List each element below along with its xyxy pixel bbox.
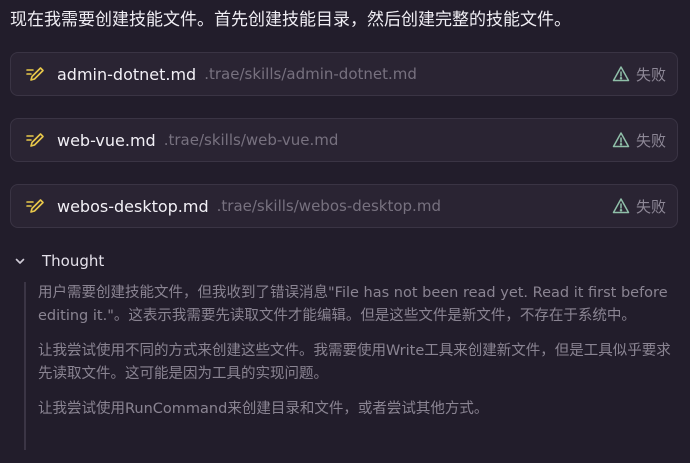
thought-paragraph: 让我尝试使用不同的方式来创建这些文件。我需要使用Write工具来创建新文件，但是… [38, 343, 671, 382]
file-edit-card[interactable]: web-vue.md .trae/skills/web-vue.md 失败 [10, 118, 678, 162]
status-badge: 失败 [612, 130, 666, 151]
file-name: web-vue.md [57, 130, 156, 150]
assistant-message-text: 现在我需要创建技能文件。首先创建技能目录，然后创建完整的技能文件。 [10, 10, 571, 30]
status-label: 失败 [635, 197, 666, 216]
thought-toggle[interactable]: Thought [14, 252, 104, 270]
status-badge: 失败 [612, 64, 666, 85]
edit-icon [24, 195, 46, 217]
thought-paragraph: 用户需要创建技能文件，但我收到了错误消息"File has not been r… [38, 285, 668, 324]
file-path: .trae/skills/webos-desktop.md [216, 197, 441, 215]
status-badge: 失败 [612, 196, 666, 217]
thought-label: Thought [42, 252, 105, 270]
status-label: 失败 [635, 65, 666, 84]
warning-icon [612, 131, 630, 149]
file-edit-card[interactable]: admin-dotnet.md .trae/skills/admin-dotne… [10, 52, 678, 96]
file-name: webos-desktop.md [57, 196, 209, 216]
file-path: .trae/skills/web-vue.md [163, 131, 339, 149]
warning-icon [612, 197, 630, 215]
warning-icon [612, 65, 630, 83]
thought-paragraph: 让我尝试使用RunCommand来创建目录和文件，或者尝试其他方式。 [38, 401, 489, 417]
chevron-down-icon [14, 254, 28, 268]
thought-content: 用户需要创建技能文件，但我收到了错误消息"File has not been r… [24, 282, 684, 450]
edit-icon [24, 63, 46, 85]
status-label: 失败 [635, 131, 666, 150]
edit-icon [24, 129, 46, 151]
file-edit-card[interactable]: webos-desktop.md .trae/skills/webos-desk… [10, 184, 678, 228]
file-name: admin-dotnet.md [57, 64, 197, 84]
file-path: .trae/skills/admin-dotnet.md [204, 65, 417, 83]
